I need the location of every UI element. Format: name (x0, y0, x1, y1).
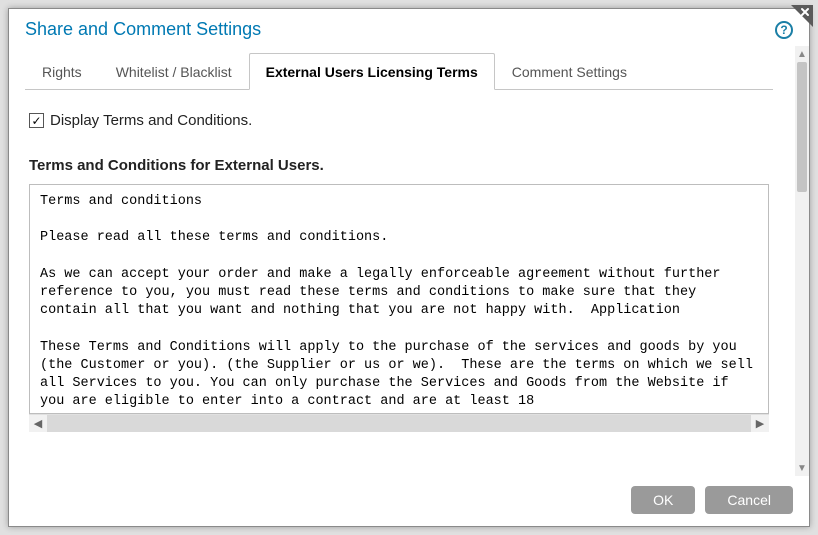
tab-rights[interactable]: Rights (25, 53, 99, 90)
scroll-left-icon[interactable]: ◀ (29, 415, 47, 433)
terms-text-content: Terms and conditions Please read all the… (30, 185, 768, 414)
dialog-body: Rights Whitelist / Blacklist External Us… (9, 46, 809, 476)
tab-whitelist-blacklist[interactable]: Whitelist / Blacklist (99, 53, 249, 90)
terms-textarea[interactable]: Terms and conditions Please read all the… (29, 184, 769, 414)
scroll-down-icon[interactable]: ▼ (795, 460, 809, 476)
svg-text:?: ? (780, 23, 787, 37)
scroll-track[interactable] (47, 415, 751, 432)
terms-subheading: Terms and Conditions for External Users. (29, 157, 769, 174)
display-terms-label: Display Terms and Conditions. (50, 112, 252, 129)
vertical-scrollbar[interactable]: ▲ ▼ (795, 46, 809, 476)
tab-bar: Rights Whitelist / Blacklist External Us… (25, 52, 773, 90)
tab-external-users-licensing-terms[interactable]: External Users Licensing Terms (249, 53, 495, 90)
scroll-thumb[interactable] (797, 62, 807, 192)
scroll-right-icon[interactable]: ▶ (751, 415, 769, 433)
tab-label: Comment Settings (512, 64, 627, 80)
horizontal-scrollbar[interactable]: ◀ ▶ (29, 414, 769, 432)
dialog-title: Share and Comment Settings (25, 19, 261, 40)
ok-button[interactable]: OK (631, 486, 695, 514)
tab-label: Rights (42, 64, 82, 80)
close-icon[interactable] (791, 5, 813, 27)
tab-panel: ✓ Display Terms and Conditions. Terms an… (25, 90, 773, 440)
tab-comment-settings[interactable]: Comment Settings (495, 53, 644, 90)
cancel-button[interactable]: Cancel (705, 486, 793, 514)
dialog-header: Share and Comment Settings ? (9, 9, 809, 46)
display-terms-checkbox[interactable]: ✓ (29, 113, 44, 128)
scroll-up-icon[interactable]: ▲ (795, 46, 809, 62)
dialog-footer: OK Cancel (9, 476, 809, 526)
display-terms-checkbox-row: ✓ Display Terms and Conditions. (29, 112, 769, 129)
dialog: Share and Comment Settings ? Rights Whit… (8, 8, 810, 527)
tab-label: Whitelist / Blacklist (116, 64, 232, 80)
tab-label: External Users Licensing Terms (266, 64, 478, 80)
